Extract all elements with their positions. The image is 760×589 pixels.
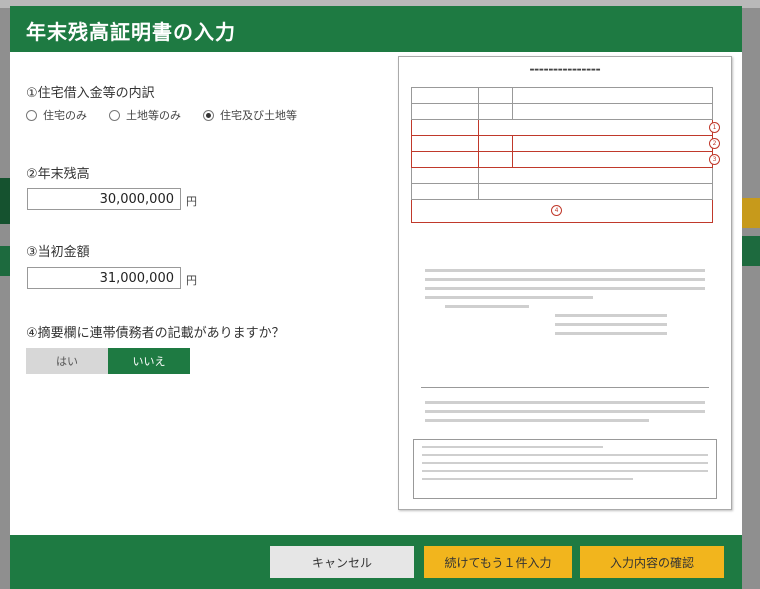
radio-circle-icon[interactable] [26, 109, 37, 121]
q1-label: ①住宅借入金等の内訳 [26, 86, 155, 101]
modal-footer: キャンセル 続けてもう１件入力 入力内容の確認 [10, 535, 742, 589]
marker-2-icon: 2 [709, 138, 720, 149]
initial-amount-input[interactable] [27, 267, 181, 289]
marker-3-icon: 3 [709, 154, 720, 165]
radio-label: 土地等のみ [126, 109, 181, 122]
background-panel-right [742, 236, 760, 266]
certificate-body-text [425, 269, 705, 341]
q4-label: ④摘要欄に連帯債務者の記載がありますか？ [26, 326, 285, 341]
balance-certificate-modal: 年末残高証明書の入力 ①住宅借入金等の内訳 住宅のみ 土地等のみ 住宅及び土地等… [10, 6, 742, 589]
modal-title: 年末残高証明書の入力 [26, 20, 236, 44]
radio-label: 住宅のみ [43, 109, 87, 122]
marker-4-icon: 4 [551, 205, 562, 216]
radio-label: 住宅及び土地等 [220, 109, 297, 122]
certificate-row-highlight-2: 2 [411, 136, 720, 152]
radio-land-only[interactable]: 土地等のみ [109, 107, 181, 123]
yen-unit: 円 [186, 195, 197, 208]
radio-checked-icon[interactable] [203, 109, 214, 121]
modal-header: 年末残高証明書の入力 [10, 6, 742, 52]
q3-label: ③当初金額 [26, 245, 90, 260]
certificate-note-box [413, 439, 717, 499]
cancel-button[interactable]: キャンセル [270, 546, 414, 578]
radio-circle-icon[interactable] [109, 109, 120, 121]
certificate-row [411, 168, 713, 184]
certificate-row-highlight-4: 4 [411, 200, 713, 223]
certificate-footnote [425, 401, 705, 428]
certificate-table: 1 2 3 4 [411, 87, 720, 223]
no-button[interactable]: いいえ [108, 348, 190, 374]
certificate-row [411, 87, 713, 104]
certificate-row-highlight-3: 3 [411, 152, 720, 168]
year-end-balance-input[interactable] [27, 188, 181, 210]
yen-unit: 円 [186, 274, 197, 287]
loan-type-radio-group: 住宅のみ 土地等のみ 住宅及び土地等 [26, 107, 319, 123]
certificate-row [411, 184, 713, 200]
yes-button[interactable]: はい [26, 348, 108, 374]
confirm-button[interactable]: 入力内容の確認 [580, 546, 724, 578]
certificate-row [411, 104, 713, 120]
certificate-preview: ▬▬▬▬▬▬▬▬▬▬▬▬▬▬▬ 1 2 3 4 [398, 56, 732, 510]
continue-another-button[interactable]: 続けてもう１件入力 [424, 546, 572, 578]
radio-house-and-land[interactable]: 住宅及び土地等 [203, 107, 297, 123]
certificate-preview-title: ▬▬▬▬▬▬▬▬▬▬▬▬▬▬▬ [529, 67, 601, 73]
radio-house-only[interactable]: 住宅のみ [26, 107, 87, 123]
background-button-right [742, 198, 760, 228]
q2-label: ②年末残高 [26, 167, 90, 182]
certificate-row-highlight-1: 1 [411, 120, 720, 136]
certificate-divider [421, 387, 709, 388]
marker-1-icon: 1 [709, 122, 720, 133]
